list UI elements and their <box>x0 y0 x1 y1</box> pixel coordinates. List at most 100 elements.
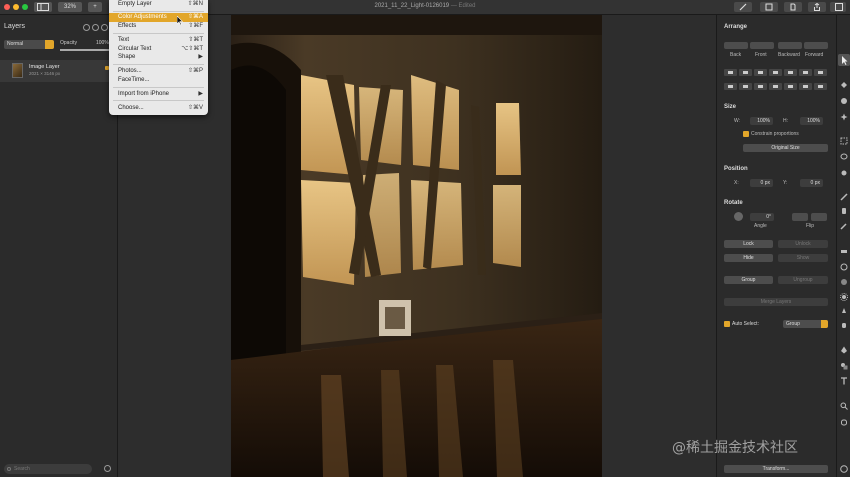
align-canvas-left-button[interactable] <box>769 83 782 90</box>
align-center-button[interactable] <box>739 69 752 76</box>
constrain-checkbox[interactable] <box>743 131 749 137</box>
align-left-button[interactable] <box>724 69 737 76</box>
lasso-icon[interactable] <box>840 153 848 161</box>
zoom-select[interactable]: 32% <box>58 2 82 12</box>
align-top-button[interactable] <box>769 69 782 76</box>
menu-item-facetime[interactable]: FaceTime... <box>109 76 208 85</box>
menu-item-choose[interactable]: Choose... ⇧⌘V <box>109 104 208 113</box>
align-middle-button[interactable] <box>784 69 797 76</box>
align-right-button[interactable] <box>754 69 767 76</box>
hide-button[interactable]: Hide <box>724 254 773 262</box>
layer-style-icon[interactable] <box>92 24 99 31</box>
retouch-icon[interactable] <box>840 307 848 315</box>
menu-item-import-iphone[interactable]: Import from iPhone ▶ <box>109 90 208 99</box>
shape-icon[interactable] <box>840 362 848 370</box>
y-field[interactable]: 0 px <box>800 179 823 187</box>
send-backward-button[interactable] <box>778 42 802 49</box>
crop-button[interactable] <box>760 2 778 12</box>
menu-item-shape[interactable]: Shape ▶ <box>109 53 208 62</box>
space-h-button[interactable] <box>739 83 752 90</box>
auto-select-mode-select[interactable]: Group <box>783 320 828 328</box>
bring-to-front-button[interactable] <box>750 42 774 49</box>
distribute-v-button[interactable] <box>724 83 737 90</box>
close-window-button[interactable] <box>4 4 10 10</box>
group-button[interactable]: Group <box>724 276 773 284</box>
space-h-icon <box>743 85 748 88</box>
menu-item-shortcut: ⇧⌘F <box>188 23 203 29</box>
tool-options-button[interactable] <box>734 2 752 12</box>
sidebar-toggle-button[interactable] <box>34 2 52 12</box>
share-button[interactable] <box>808 2 826 12</box>
hand-icon[interactable] <box>840 418 848 426</box>
height-field[interactable]: 100% <box>800 117 823 125</box>
distribute-h-button[interactable] <box>814 69 827 76</box>
merge-layers-button[interactable]: Merge Layers <box>724 298 828 306</box>
insert-button[interactable]: + <box>88 2 102 12</box>
photo-room-shadows <box>231 15 602 477</box>
auto-select-label: Auto Select: <box>732 321 759 327</box>
minimize-window-button[interactable] <box>13 4 19 10</box>
rotate-dial[interactable] <box>734 212 743 221</box>
quick-select-icon[interactable] <box>840 169 848 177</box>
align-bottom-button[interactable] <box>799 69 812 76</box>
zoom-window-button[interactable] <box>22 4 28 10</box>
menu-item-empty-layer[interactable]: Empty Layer ⇧⌘N <box>109 0 208 9</box>
ungroup-button[interactable]: Ungroup <box>778 276 828 284</box>
unlock-button[interactable]: Unlock <box>778 240 828 248</box>
angle-field[interactable]: 0° <box>750 213 774 221</box>
send-to-back-button[interactable] <box>724 42 748 49</box>
blend-mode-select[interactable]: Normal <box>4 40 54 49</box>
inspector-panel: Arrange Back Front Backward Forward Size… <box>716 15 836 477</box>
menu-item-label: Shape <box>118 54 136 60</box>
eraser-icon[interactable] <box>840 247 848 255</box>
layer-search-input[interactable]: Search <box>4 464 92 474</box>
menu-item-photos[interactable]: Photos... ⇧⌘P <box>109 67 208 76</box>
brush-icon[interactable] <box>840 193 848 201</box>
auto-select-checkbox[interactable] <box>724 321 730 327</box>
show-button[interactable]: Show <box>778 254 828 262</box>
layer-options-icon[interactable] <box>83 24 90 31</box>
menu-item-label: Choose... <box>118 105 144 111</box>
edited-label: — Edited <box>450 3 476 9</box>
paint-icon[interactable] <box>840 207 848 215</box>
bring-forward-button[interactable] <box>804 42 828 49</box>
magic-wand-icon[interactable] <box>840 113 848 121</box>
width-field[interactable]: 100% <box>750 117 773 125</box>
layer-row[interactable]: Image Layer 2021 × 3146 px <box>0 60 117 82</box>
menu-item-effects[interactable]: Effects ⇧⌘F <box>109 22 208 31</box>
layer-menu-icon[interactable] <box>104 465 111 472</box>
menu-item-text[interactable]: Text ⇧⌘T <box>109 36 208 45</box>
smudge-icon[interactable] <box>840 263 848 271</box>
menu-item-color-adjustments[interactable]: Color Adjustments ⇧⌘A <box>109 13 208 22</box>
space-v-button[interactable] <box>754 83 767 90</box>
arrow-select-icon[interactable] <box>838 54 850 66</box>
lock-button[interactable]: Lock <box>724 240 773 248</box>
pencil-icon[interactable] <box>840 222 848 230</box>
flip-horizontal-button[interactable] <box>792 213 808 221</box>
zoom-icon[interactable] <box>840 402 848 410</box>
align-right-icon <box>758 71 763 74</box>
paint-bucket-icon[interactable] <box>840 81 848 89</box>
original-size-button[interactable]: Original Size <box>743 144 828 152</box>
export-button[interactable] <box>784 2 802 12</box>
text-icon[interactable] <box>840 377 848 385</box>
transform-button[interactable]: Transform... <box>724 465 828 473</box>
clone-icon[interactable] <box>840 97 848 105</box>
pen-icon[interactable] <box>840 346 848 354</box>
x-field[interactable]: 0 px <box>750 179 773 187</box>
menu-item-shortcut: ⇧⌘A <box>187 14 203 20</box>
inspector-toggle-button[interactable] <box>830 2 846 12</box>
blur-icon[interactable] <box>840 278 848 286</box>
align-canvas-top-button[interactable] <box>814 83 827 90</box>
opacity-slider[interactable] <box>60 49 110 51</box>
angle-label: Angle <box>754 223 767 229</box>
add-layer-icon[interactable] <box>101 24 108 31</box>
color-icon[interactable] <box>840 465 848 473</box>
sponge-icon[interactable] <box>840 293 848 301</box>
rect-select-icon[interactable] <box>840 137 848 145</box>
align-canvas-right-button[interactable] <box>799 83 812 90</box>
hand-tool-icon[interactable] <box>840 321 848 329</box>
align-canvas-center-button[interactable] <box>784 83 797 90</box>
flip-vertical-button[interactable] <box>811 213 827 221</box>
canvas-image[interactable] <box>231 15 602 477</box>
